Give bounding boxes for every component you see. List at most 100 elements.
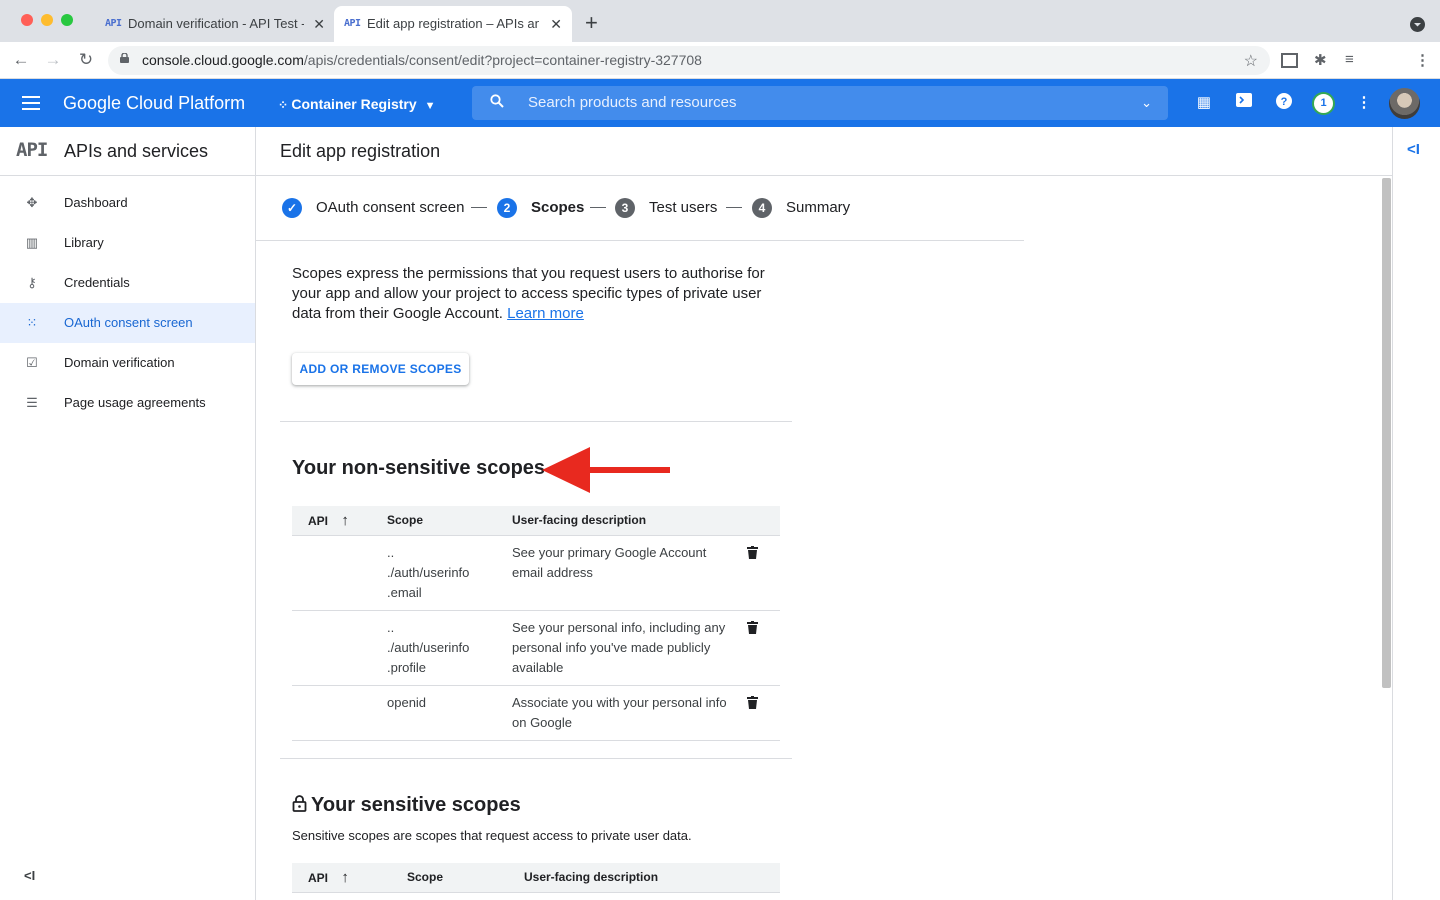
maximize-window-button[interactable] [61,14,73,26]
sidebar-item-label: Library [64,235,104,250]
trash-icon[interactable] [747,620,758,634]
step-number: 4 [752,198,772,218]
lock-icon [292,795,307,812]
scope-cell: .. ./auth/userinfo .email [387,535,512,611]
scope-cell: openid [387,685,512,741]
more-vert-icon[interactable]: ⋮ [1354,93,1374,113]
checkbox-icon: ☑ [26,355,38,370]
project-icon: ⁘ [278,98,292,112]
search-input[interactable]: Search products and resources ⌄ [472,86,1168,120]
sidebar-item-domain-verification[interactable]: ☑ Domain verification [0,343,255,383]
extensions-icon[interactable]: ✱ [1314,51,1327,69]
sidebar-item-dashboard[interactable]: ✥ Dashboard [0,183,255,223]
column-header-description: User-facing description [524,863,780,893]
step-divider [590,207,606,208]
non-sensitive-scopes-title: Your non-sensitive scopes [292,457,546,479]
column-header-api[interactable]: API ↑ [292,863,407,893]
api-favicon-icon: API [344,18,361,29]
screenshot-icon[interactable] [1281,53,1298,68]
description-cell: Associate you with your personal info on… [512,685,747,741]
tab-search-icon[interactable] [1410,17,1425,32]
close-window-button[interactable] [21,14,33,26]
sensitive-scopes-note: Sensitive scopes are scopes that request… [292,828,692,843]
column-header-actions [747,506,780,536]
cloud-shell-icon[interactable] [1234,93,1254,113]
api-cell [292,535,387,611]
sidebar-header: API APIs and services [0,127,256,176]
delete-scope-button[interactable] [747,610,780,686]
back-arrow-icon[interactable]: ← [10,50,32,70]
bookmark-star-icon[interactable]: ☆ [1244,51,1258,71]
search-placeholder: Search products and resources [528,94,737,111]
red-arrow-annotation-icon [542,447,670,493]
right-panel: <I [1392,127,1440,900]
step-label-test-users[interactable]: Test users [649,198,717,218]
browser-tab-domain-verification[interactable]: API Domain verification - API Test - ✕ [95,6,335,42]
dashboard-icon: ✥ [26,195,38,210]
sensitive-scopes-title: Your sensitive scopes [311,794,521,816]
collapse-sidebar-button[interactable]: <I [24,868,35,883]
media-queue-icon[interactable]: ≡ [1345,51,1354,68]
page-header: Edit app registration [256,127,1392,176]
delete-scope-button[interactable] [747,685,780,741]
forward-arrow-icon[interactable]: → [42,50,64,70]
hamburger-menu-icon[interactable] [22,96,40,110]
delete-scope-button[interactable] [747,535,780,611]
column-header-api[interactable]: API ↑ [292,506,387,536]
address-bar[interactable]: console.cloud.google.com/apis/credential… [108,46,1270,75]
gift-icon[interactable]: ▦ [1194,93,1214,113]
sidebar-item-label: Domain verification [64,355,175,370]
url-text: console.cloud.google.com/apis/credential… [142,52,702,68]
learn-more-link[interactable]: Learn more [507,305,584,322]
sidebar-item-page-usage-agreements[interactable]: ☰ Page usage agreements [0,383,255,423]
close-tab-icon[interactable]: ✕ [550,6,562,42]
page-title: Edit app registration [280,141,441,161]
table-row: .. ./auth/userinfo .email See your primary… [292,535,780,611]
svg-text:?: ? [1281,96,1288,108]
api-logo-icon: API [16,139,48,161]
minimize-window-button[interactable] [41,14,53,26]
sidebar-item-credentials[interactable]: ⚷ Credentials [0,263,255,303]
expand-panel-icon[interactable]: <I [1407,141,1420,158]
close-tab-icon[interactable]: ✕ [313,6,325,42]
step-number: 2 [497,198,517,218]
table-header-row: API ↑ Scope User-facing description [292,863,780,893]
sort-arrow-up-icon[interactable]: ↑ [341,869,349,886]
project-selector[interactable]: ⁘ Container Registry ▼ [278,79,436,131]
stepper: ✓ OAuth consent screen 2 Scopes 3 Test u… [256,176,1024,241]
brand-title[interactable]: Google Cloud Platform [63,79,245,127]
help-icon[interactable]: ? [1274,93,1294,113]
reload-icon[interactable]: ↻ [75,50,97,70]
project-name: Container Registry [291,96,417,112]
sidebar-item-library[interactable]: ▥ Library [0,223,255,263]
sensitive-scopes-table: API ↑ Scope User-facing description [292,863,780,893]
scrollbar[interactable] [1382,178,1391,688]
api-cell [292,685,387,741]
step-label-oauth-consent-screen[interactable]: OAuth consent screen [316,198,464,218]
non-sensitive-scopes-table: API ↑ Scope User-facing description .. ./… [292,506,780,741]
sort-arrow-up-icon[interactable]: ↑ [341,512,349,529]
lock-icon [120,53,129,63]
key-icon: ⚷ [27,275,37,290]
browser-tab-edit-app-registration[interactable]: API Edit app registration – APIs and ✕ [334,6,572,42]
tab-title: Edit app registration – APIs and [367,16,539,31]
sidebar: API APIs and services ✥ Dashboard ▥ Libr… [0,127,256,900]
notification-badge[interactable]: 1 [1312,92,1335,115]
step-label-summary[interactable]: Summary [786,198,850,218]
sidebar-item-oauth-consent-screen[interactable]: ⁙ OAuth consent screen [0,303,255,343]
trash-icon[interactable] [747,695,758,709]
browser-menu-icon[interactable]: ⋮ [1415,51,1430,69]
chevron-down-icon[interactable]: ⌄ [1141,95,1152,111]
search-icon [490,94,504,108]
trash-icon[interactable] [747,545,758,559]
new-tab-button[interactable]: + [585,11,598,35]
chevron-down-icon: ▼ [424,100,436,112]
add-or-remove-scopes-button[interactable]: ADD OR REMOVE SCOPES [292,353,469,385]
sidebar-title: APIs and services [64,141,209,161]
column-header-description: User-facing description [512,506,747,536]
column-header-scope: Scope [407,863,524,893]
table-row: openid Associate you with your personal … [292,685,780,741]
step-number: 3 [615,198,635,218]
account-avatar[interactable] [1389,88,1420,119]
step-label-scopes[interactable]: Scopes [531,198,584,218]
